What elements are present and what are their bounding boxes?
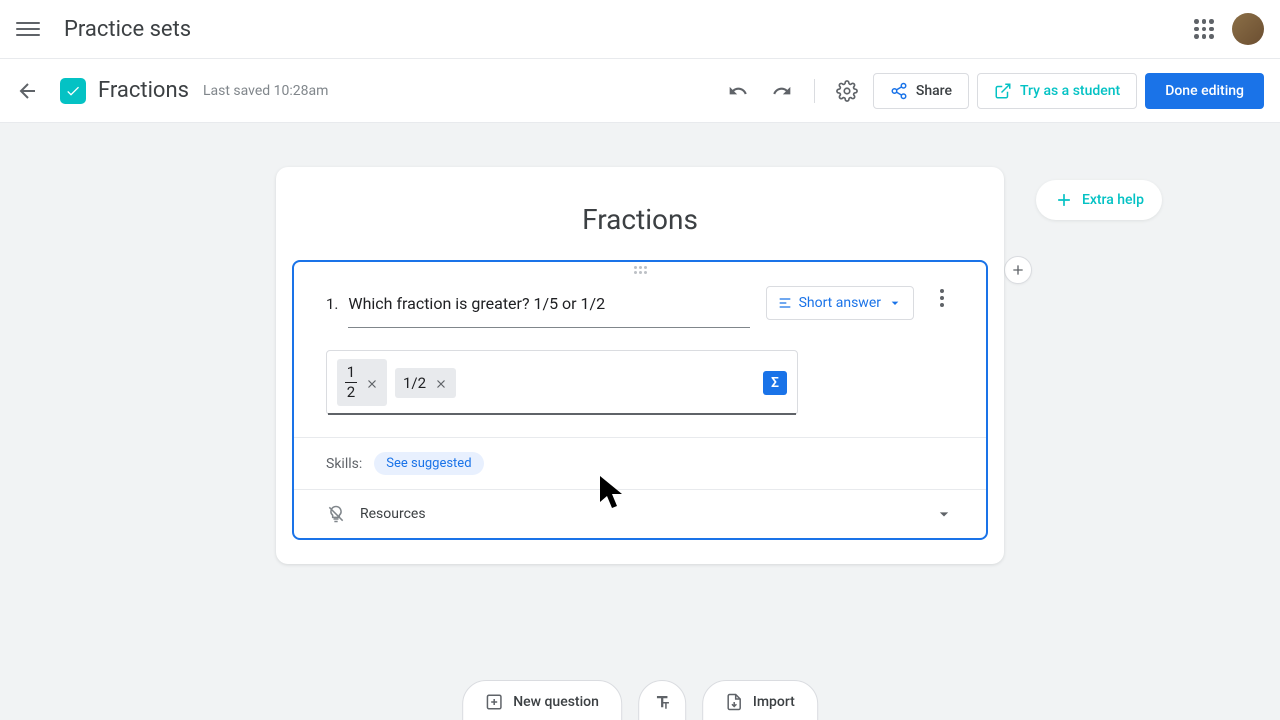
app-title: Practice sets <box>64 17 191 42</box>
resources-row[interactable]: Resources <box>294 489 986 538</box>
chevron-down-icon <box>887 295 903 311</box>
toolbar: Fractions Last saved 10:28am Share Try a… <box>0 59 1280 123</box>
lightbulb-off-icon <box>326 504 346 524</box>
answer-chip-text: 1/2 <box>395 368 456 398</box>
top-header: Practice sets <box>0 0 1280 59</box>
share-button[interactable]: Share <box>873 73 969 109</box>
try-as-student-button[interactable]: Try as a student <box>977 73 1137 109</box>
new-question-label: New question <box>513 694 599 710</box>
question-card: 1. Which fraction is greater? 1/5 or 1/2… <box>292 260 988 540</box>
import-button[interactable]: Import <box>702 680 818 720</box>
redo-icon[interactable] <box>764 73 800 109</box>
more-options-icon[interactable] <box>930 286 954 310</box>
text-format-icon <box>653 693 671 711</box>
content-area: Extra help Fractions 1. Which fraction i… <box>0 123 1280 720</box>
done-editing-button[interactable]: Done editing <box>1145 73 1264 109</box>
menu-icon[interactable] <box>16 17 40 41</box>
share-label: Share <box>916 83 952 99</box>
fraction-numerator: 1 <box>347 365 355 380</box>
answer-chip-fraction: 1 2 <box>337 359 387 406</box>
question-type-select[interactable]: Short answer <box>766 286 914 320</box>
undo-icon[interactable] <box>720 73 756 109</box>
document-title[interactable]: Fractions <box>98 78 189 103</box>
answer-input-area[interactable]: 1 2 1/2 Σ <box>326 350 798 415</box>
question-text-input[interactable]: Which fraction is greater? 1/5 or 1/2 <box>348 286 749 328</box>
try-label: Try as a student <box>1020 83 1120 99</box>
apps-grid-icon[interactable] <box>1192 17 1216 41</box>
add-circle-button[interactable] <box>1004 256 1032 284</box>
save-status: Last saved 10:28am <box>203 83 328 99</box>
card-title: Fractions <box>276 167 1004 260</box>
practice-set-card: Fractions 1. Which fraction is greater? … <box>276 167 1004 564</box>
back-arrow-icon[interactable] <box>16 79 40 103</box>
text-format-button[interactable] <box>638 680 686 720</box>
file-icon <box>60 78 86 104</box>
remove-chip-icon[interactable] <box>365 376 379 390</box>
extra-help-label: Extra help <box>1082 192 1144 208</box>
chevron-down-icon <box>934 504 954 524</box>
question-text: Which fraction is greater? 1/5 or 1/2 <box>348 286 749 321</box>
resources-label: Resources <box>360 506 426 522</box>
extra-help-button[interactable]: Extra help <box>1036 180 1162 220</box>
new-question-button[interactable]: New question <box>462 680 622 720</box>
divider <box>814 79 815 103</box>
drag-handle-icon[interactable] <box>294 262 986 278</box>
chip-text: 1/2 <box>403 374 426 392</box>
avatar[interactable] <box>1232 13 1264 45</box>
remove-chip-icon[interactable] <box>434 376 448 390</box>
see-suggested-button[interactable]: See suggested <box>374 452 483 475</box>
equation-editor-icon[interactable]: Σ <box>763 371 787 395</box>
skills-label: Skills: <box>326 456 362 472</box>
import-label: Import <box>753 694 795 710</box>
bottom-actions: New question Import <box>462 680 818 720</box>
fraction-denominator: 2 <box>347 385 355 400</box>
skills-row: Skills: See suggested <box>294 437 986 489</box>
settings-icon[interactable] <box>829 73 865 109</box>
question-number: 1. <box>326 295 338 313</box>
question-type-label: Short answer <box>799 295 881 311</box>
